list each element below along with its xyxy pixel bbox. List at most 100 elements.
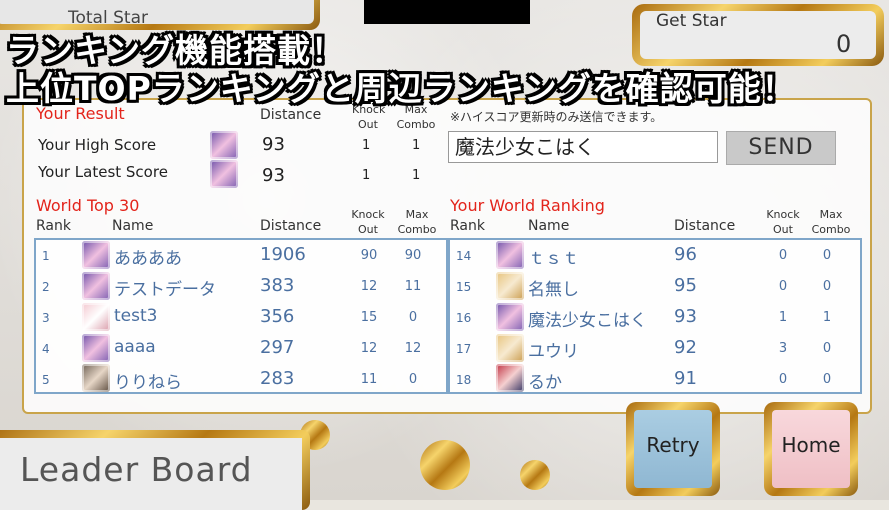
high-score-knock: 1 [362,138,371,153]
rank-cell: 16 [456,311,472,325]
home-label: Home [781,433,841,457]
name-cell: 名無し [528,280,579,300]
player-avatar [496,334,524,362]
rank-cell: 1 [42,249,50,263]
combo-cell: 0 [408,372,418,387]
world-top-knock-header: Knock Out [351,208,385,236]
rank-cell: 2 [42,280,50,294]
knock-cell: 0 [778,372,788,387]
table-row[interactable]: 15 名無し 95 0 0 [450,271,860,302]
rank-cell: 17 [456,342,472,356]
latest-score-distance: 93 [262,165,285,186]
table-row[interactable]: 5 りりねら 283 11 0 [36,364,446,395]
combo-cell: 90 [404,248,422,263]
name-cell: 魔法少女こはく [528,311,647,331]
your-ranking-rank-header: Rank [450,218,485,234]
table-row[interactable]: 17 ユウリ 92 3 0 [450,333,860,364]
your-ranking-name-header: Name [528,218,570,234]
combo-cell: 0 [822,372,832,387]
rank-cell: 3 [42,311,50,325]
send-button[interactable]: SEND [726,131,836,165]
knock-cell: 90 [360,248,378,263]
player-avatar [496,303,524,331]
distance-cell: 96 [674,244,697,265]
table-row[interactable]: 2 テストデータ 383 12 11 [36,271,446,302]
promo-banner-line2: 上位TOPランキングと周辺ランキングを確認可能！ [6,69,796,108]
table-row[interactable]: 18 るか 91 0 0 [450,364,860,395]
retry-label: Retry [646,433,700,457]
player-avatar [82,334,110,362]
distance-cell: 383 [260,275,295,296]
player-name-input[interactable]: 魔法少女こはく [448,131,718,163]
name-cell: test3 [114,306,158,326]
get-star-value: 0 [836,30,852,58]
latest-score-avatar [210,160,238,188]
redaction-bar [364,0,530,24]
distance-cell: 91 [674,368,697,389]
name-cell: ｔｓｔ [528,249,579,269]
knock-cell: 1 [778,310,788,325]
world-top-rank-header: Rank [36,218,71,234]
distance-cell: 297 [260,337,295,358]
combo-cell: 0 [822,341,832,356]
latest-score-combo: 1 [412,168,421,183]
table-row[interactable]: 14 ｔｓｔ 96 0 0 [450,240,860,271]
name-cell: りりねら [114,373,182,393]
player-avatar [82,303,110,331]
distance-cell: 283 [260,368,295,389]
table-row[interactable]: 16 魔法少女こはく 93 1 1 [450,302,860,333]
high-score-combo: 1 [412,138,421,153]
home-button[interactable]: Home [764,402,858,496]
combo-cell: 0 [822,279,832,294]
your-ranking-max-header: Max Combo [811,208,851,236]
knock-cell: 0 [778,248,788,263]
your-ranking-knock-header: Knock Out [766,208,800,236]
combo-cell: 0 [822,248,832,263]
world-top-max-header: Max Combo [397,208,437,236]
rank-cell: 15 [456,280,472,294]
combo-cell: 0 [408,310,418,325]
table-row[interactable]: 4 aaaa 297 12 12 [36,333,446,364]
player-avatar [82,241,110,269]
combo-cell: 12 [404,341,422,356]
distance-cell: 93 [674,306,697,327]
name-cell: ユウリ [528,342,579,362]
retry-button[interactable]: Retry [626,402,720,496]
player-avatar [496,272,524,300]
latest-score-knock: 1 [362,168,371,183]
world-top-table[interactable]: 1 ああああ 1906 90 90 2 テストデータ 383 12 11 3 t… [34,238,448,394]
knock-cell: 3 [778,341,788,356]
table-row[interactable]: 3 test3 356 15 0 [36,302,446,333]
high-score-label: Your High Score [38,136,157,154]
player-avatar [496,364,524,392]
name-cell: ああああ [114,249,182,269]
knock-cell: 15 [360,310,378,325]
rank-cell: 18 [456,373,472,387]
knock-cell: 12 [360,279,378,294]
player-avatar [496,241,524,269]
table-row[interactable]: 1 ああああ 1906 90 90 [36,240,446,271]
your-ranking-table[interactable]: 14 ｔｓｔ 96 0 0 15 名無し 95 0 0 16 魔法少女こはく 9… [448,238,862,394]
world-top-name-header: Name [112,218,154,234]
high-score-distance: 93 [262,134,285,155]
world-top-title: World Top 30 [36,196,140,215]
distance-cell: 356 [260,306,295,327]
your-ranking-distance-header: Distance [674,218,736,234]
high-score-avatar [210,131,238,159]
rank-cell: 4 [42,342,50,356]
submit-note: ※ハイスコア更新時のみ送信できます。 [450,110,663,124]
ornament [520,460,550,490]
world-top-distance-header: Distance [260,218,322,234]
distance-cell: 95 [674,275,697,296]
knock-cell: 12 [360,341,378,356]
leader-board-title: Leader Board [20,450,253,489]
combo-cell: 1 [822,310,832,325]
name-cell: るか [528,373,562,393]
rank-cell: 14 [456,249,472,263]
player-avatar [82,272,110,300]
distance-cell: 1906 [260,244,306,265]
distance-cell: 92 [674,337,697,358]
player-avatar [82,364,110,392]
latest-score-label: Your Latest Score [38,163,168,181]
rank-cell: 5 [42,373,50,387]
